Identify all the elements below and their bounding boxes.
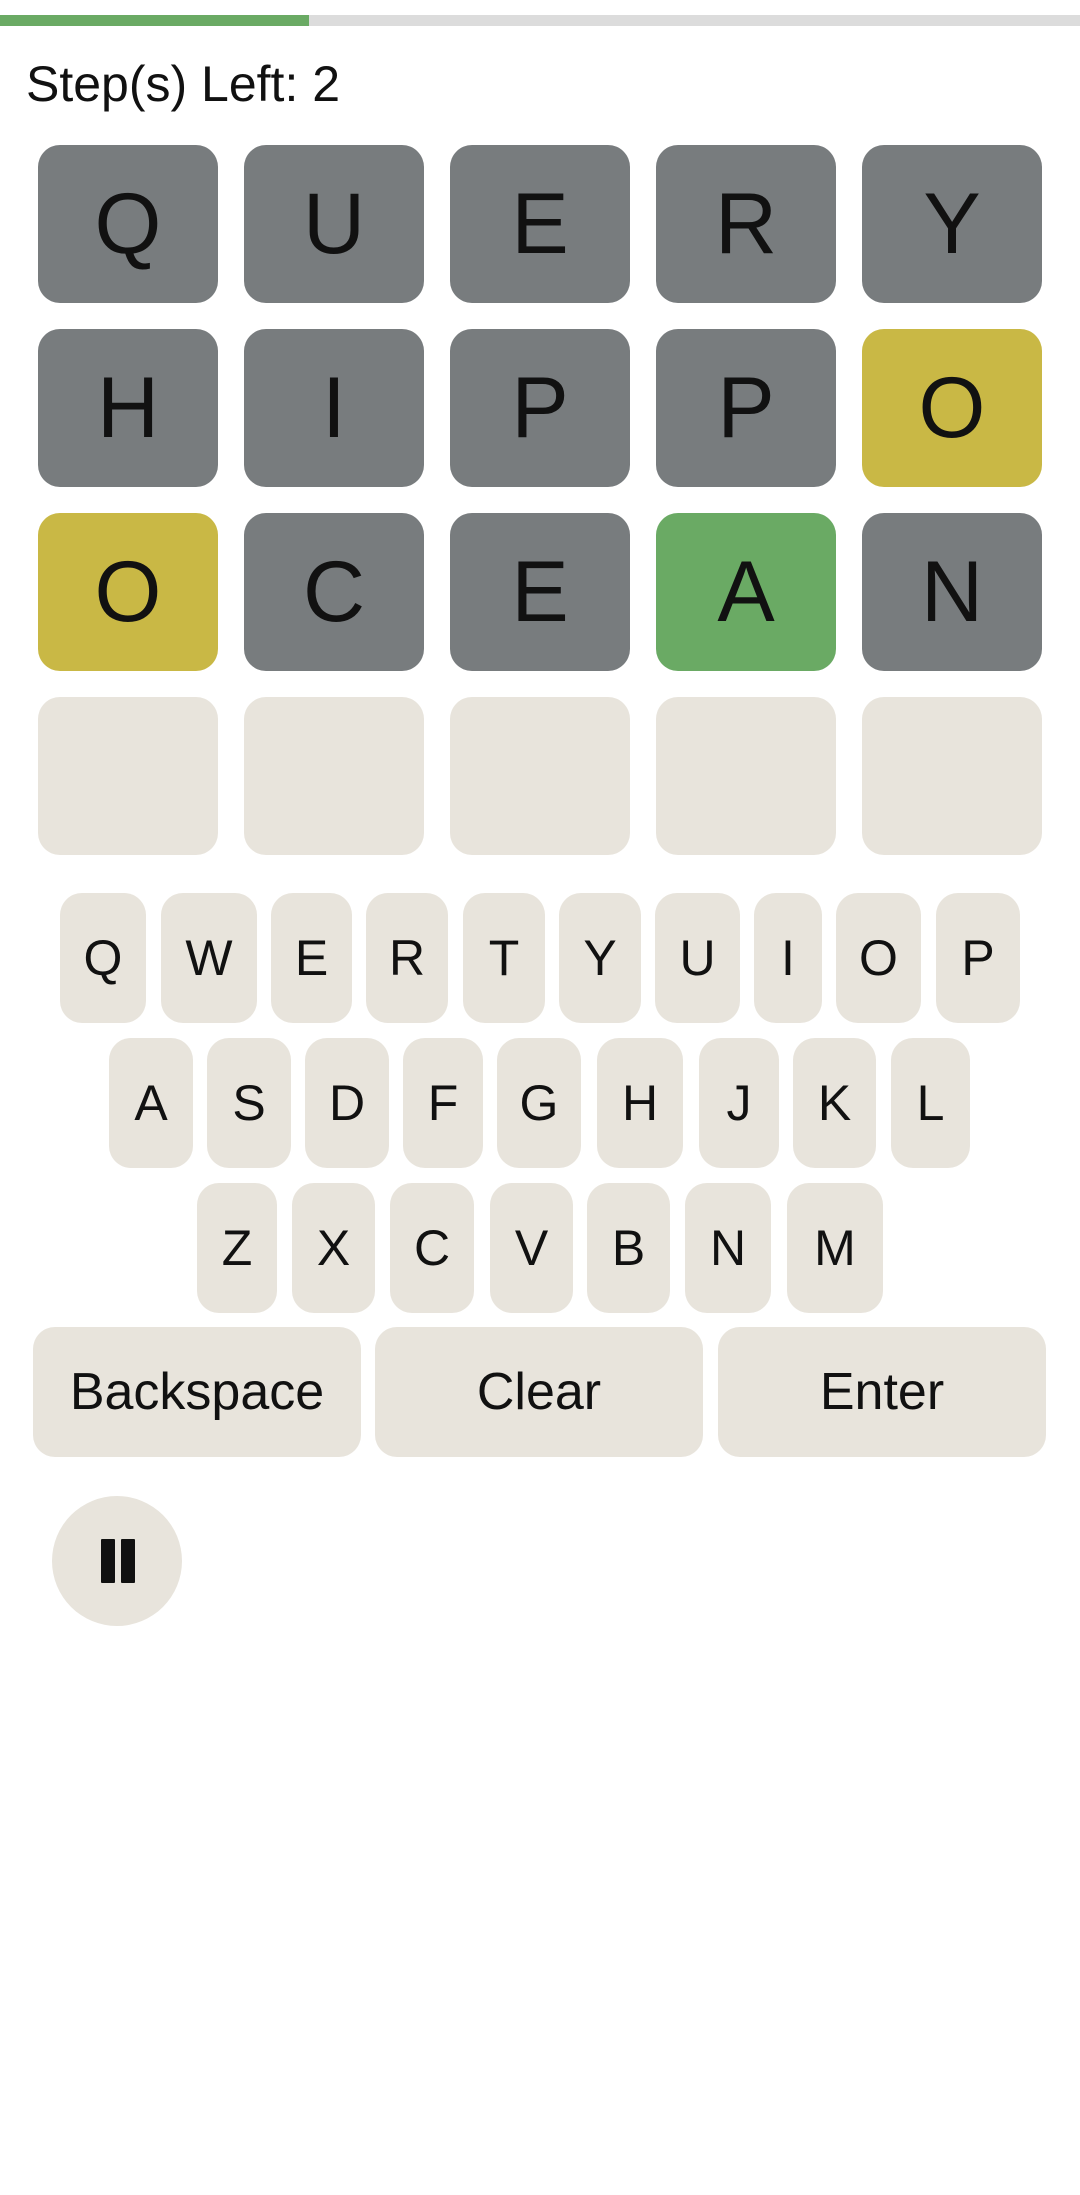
- board-tile: R: [656, 145, 836, 303]
- board-tile: U: [244, 145, 424, 303]
- board-tile-empty: [244, 697, 424, 855]
- key-a[interactable]: A: [109, 1038, 193, 1168]
- keyboard-row-2: A S D F G H J K L: [0, 1038, 1080, 1168]
- key-r[interactable]: R: [366, 893, 448, 1023]
- board-tile: E: [450, 145, 630, 303]
- enter-button[interactable]: Enter: [718, 1327, 1046, 1457]
- backspace-button[interactable]: Backspace: [33, 1327, 361, 1457]
- key-e[interactable]: E: [271, 893, 352, 1023]
- board-tile: N: [862, 513, 1042, 671]
- board-tile-empty: [450, 697, 630, 855]
- board-tile-empty: [656, 697, 836, 855]
- board-tile: I: [244, 329, 424, 487]
- board-tile: Y: [862, 145, 1042, 303]
- board-tile: H: [38, 329, 218, 487]
- key-y[interactable]: Y: [559, 893, 641, 1023]
- board-tile: O: [38, 513, 218, 671]
- board-tile-empty: [38, 697, 218, 855]
- board-tile-empty: [862, 697, 1042, 855]
- board-tile: Q: [38, 145, 218, 303]
- key-t[interactable]: T: [463, 893, 545, 1023]
- keyboard-action-row: Backspace Clear Enter: [0, 1327, 1080, 1457]
- key-p[interactable]: P: [936, 893, 1020, 1023]
- pause-icon: [95, 1539, 139, 1583]
- key-k[interactable]: K: [793, 1038, 876, 1168]
- keyboard-row-1: Q W E R T Y U I O P: [0, 893, 1080, 1023]
- key-l[interactable]: L: [891, 1038, 970, 1168]
- key-c[interactable]: C: [390, 1183, 474, 1313]
- key-q[interactable]: Q: [60, 893, 146, 1023]
- key-w[interactable]: W: [161, 893, 257, 1023]
- key-o[interactable]: O: [836, 893, 921, 1023]
- progress-bar-fill: [0, 15, 309, 26]
- key-z[interactable]: Z: [197, 1183, 277, 1313]
- board-tile: E: [450, 513, 630, 671]
- key-h[interactable]: H: [597, 1038, 683, 1168]
- key-d[interactable]: D: [305, 1038, 389, 1168]
- key-x[interactable]: X: [292, 1183, 375, 1313]
- keyboard-row-3: Z X C V B N M: [0, 1183, 1080, 1313]
- key-j[interactable]: J: [699, 1038, 779, 1168]
- pause-button[interactable]: [52, 1496, 182, 1626]
- key-b[interactable]: B: [587, 1183, 670, 1313]
- board-tile: O: [862, 329, 1042, 487]
- progress-bar: [0, 15, 1080, 26]
- key-m[interactable]: M: [787, 1183, 883, 1313]
- key-n[interactable]: N: [685, 1183, 771, 1313]
- key-i[interactable]: I: [754, 893, 822, 1023]
- key-f[interactable]: F: [403, 1038, 483, 1168]
- board-tile: C: [244, 513, 424, 671]
- board-tile: P: [450, 329, 630, 487]
- key-v[interactable]: V: [490, 1183, 573, 1313]
- game-board: Q U E R Y H I P P O O C E A N: [38, 145, 1042, 855]
- clear-button[interactable]: Clear: [375, 1327, 703, 1457]
- key-u[interactable]: U: [655, 893, 740, 1023]
- board-tile: A: [656, 513, 836, 671]
- steps-left-label: Step(s) Left: 2: [26, 56, 341, 112]
- key-g[interactable]: G: [497, 1038, 581, 1168]
- key-s[interactable]: S: [207, 1038, 291, 1168]
- board-tile: P: [656, 329, 836, 487]
